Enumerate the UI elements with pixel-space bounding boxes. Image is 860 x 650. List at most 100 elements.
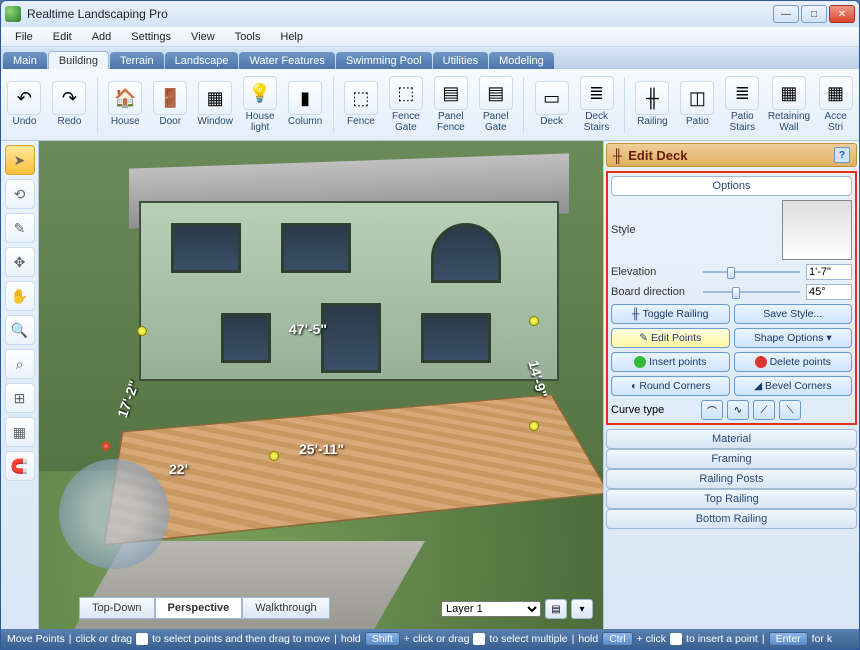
tab-terrain[interactable]: Terrain [110,52,164,69]
insert-points-button[interactable]: Insert points [611,352,730,372]
undo-icon: ↶ [7,81,41,115]
nav-disc[interactable] [59,459,169,569]
tool-edit[interactable]: ✎ [5,213,35,243]
section-railing-posts[interactable]: Railing Posts [606,469,857,489]
layer-select[interactable]: Layer 1 [441,601,541,617]
menu-add[interactable]: Add [82,29,122,45]
tab-building[interactable]: Building [48,51,109,69]
tool-snap[interactable]: ⊞ [5,383,35,413]
menu-help[interactable]: Help [270,29,313,45]
ribbon-patio[interactable]: ◫Patio [678,81,717,128]
ribbon-panel-gate[interactable]: ▤Panel Gate [476,76,515,133]
ribbon-patio-stairs[interactable]: ≣Patio Stairs [723,76,762,133]
menu-file[interactable]: File [5,29,43,45]
view-tab-perspective[interactable]: Perspective [155,597,243,619]
window-shape [171,223,241,273]
ribbon-panel-fence[interactable]: ▤Panel Fence [431,76,470,133]
ribbon-railing[interactable]: ╫Railing [633,81,672,128]
tool-zoom-extents[interactable]: ⌕ [5,349,35,379]
tab-utilities[interactable]: Utilities [433,52,488,69]
ribbon-deck[interactable]: ▭Deck [532,81,571,128]
bevel-icon: ◢ [754,380,762,392]
curve-type-4[interactable]: ⟍ [779,400,801,420]
dimension-bottom2: 22' [169,461,188,477]
curve-type-1[interactable]: ⌒ [701,400,723,420]
viewport-3d[interactable]: 47'-5" 17'-2" 14'-9" 25'-11" 22' Top-Dow… [39,141,603,629]
menu-settings[interactable]: Settings [121,29,181,45]
app-icon [5,6,21,22]
menu-edit[interactable]: Edit [43,29,82,45]
ribbon-house[interactable]: 🏠House [106,81,145,128]
tool-select[interactable]: ➤ [5,145,35,175]
ribbon-column[interactable]: ▮Column [286,81,325,128]
dimension-bottom: 25'-11" [299,441,344,457]
edit-points-button[interactable]: ✎Edit Points [611,328,730,348]
menu-view[interactable]: View [181,29,225,45]
section-material[interactable]: Material [606,429,857,449]
board-slider[interactable] [703,285,800,299]
view-tab-walkthrough[interactable]: Walkthrough [242,597,329,619]
ribbon-deck-stairs[interactable]: ≣Deck Stairs [577,76,616,133]
elevation-row: Elevation [611,264,852,280]
dimension-top: 47'-5" [289,321,327,337]
close-button[interactable]: ✕ [829,5,855,23]
ribbon-fence-gate[interactable]: ⬚Fence Gate [386,76,425,133]
tool-orbit[interactable]: ⟲ [5,179,35,209]
minimize-button[interactable]: — [773,5,799,23]
chevron-down-icon: ▾ [826,332,831,344]
enter-key: Enter [769,632,808,646]
ribbon-door[interactable]: 🚪Door [151,81,190,128]
curve-type-2[interactable]: ∿ [727,400,749,420]
section-options[interactable]: Options [611,176,852,196]
maximize-button[interactable]: □ [801,5,827,23]
ribbon-fence[interactable]: ⬚Fence [341,81,380,128]
ribbon-window[interactable]: ▦Window [196,81,235,128]
bevel-corners-button[interactable]: ◢Bevel Corners [734,376,853,396]
view-tab-top-down[interactable]: Top-Down [79,597,155,619]
section-framing[interactable]: Framing [606,449,857,469]
section-bottom-railing[interactable]: Bottom Railing [606,509,857,529]
tab-water-features[interactable]: Water Features [239,52,334,69]
house [139,151,559,381]
panel-gate-icon: ▤ [479,76,513,110]
round-corners-button[interactable]: ◖Round Corners [611,376,730,396]
section-top-railing[interactable]: Top Railing [606,489,857,509]
fence-icon: ⬚ [344,81,378,115]
board-input[interactable] [806,284,852,300]
house-icon: 🏠 [108,81,142,115]
tool-move[interactable]: ✥ [5,247,35,277]
ribbon-house-light[interactable]: 💡House light [241,76,280,133]
edit-handle-origin[interactable] [101,441,111,451]
elevation-slider[interactable] [703,265,800,279]
edit-handle[interactable] [529,316,539,326]
tab-main[interactable]: Main [3,52,47,69]
layer-filter-button[interactable]: ▤ [545,599,567,619]
ribbon-undo[interactable]: ↶Undo [5,81,44,128]
edit-handle[interactable] [269,451,279,461]
tab-landscape[interactable]: Landscape [165,52,239,69]
menu-tools[interactable]: Tools [225,29,271,45]
help-button[interactable]: ? [834,147,850,163]
ribbon-acce-stri[interactable]: ▦Acce Stri [816,76,855,133]
delete-points-button[interactable]: Delete points [734,352,853,372]
style-thumbnail[interactable] [782,200,852,260]
tool-zoom[interactable]: 🔍 [5,315,35,345]
ribbon-redo[interactable]: ↷Redo [50,81,89,128]
dimension-left: 17'-2" [114,378,142,419]
save-style-button[interactable]: Save Style... [734,304,853,324]
layer-dropdown-button[interactable]: ▾ [571,599,593,619]
shape-options-button[interactable]: Shape Options ▾ [734,328,853,348]
edit-handle[interactable] [529,421,539,431]
toggle-railing-button[interactable]: ╫Toggle Railing [611,304,730,324]
panel-fence-icon: ▤ [434,76,468,110]
tool-grid[interactable]: ▦ [5,417,35,447]
edit-handle[interactable] [137,326,147,336]
tool-magnet[interactable]: 🧲 [5,451,35,481]
tool-pan[interactable]: ✋ [5,281,35,311]
tab-modeling[interactable]: Modeling [489,52,554,69]
ribbon-retaining-wall[interactable]: ▦Retaining Wall [768,76,810,133]
tab-swimming-pool[interactable]: Swimming Pool [336,52,432,69]
house-light-icon: 💡 [243,76,277,110]
elevation-input[interactable] [806,264,852,280]
curve-type-3[interactable]: ⟋ [753,400,775,420]
